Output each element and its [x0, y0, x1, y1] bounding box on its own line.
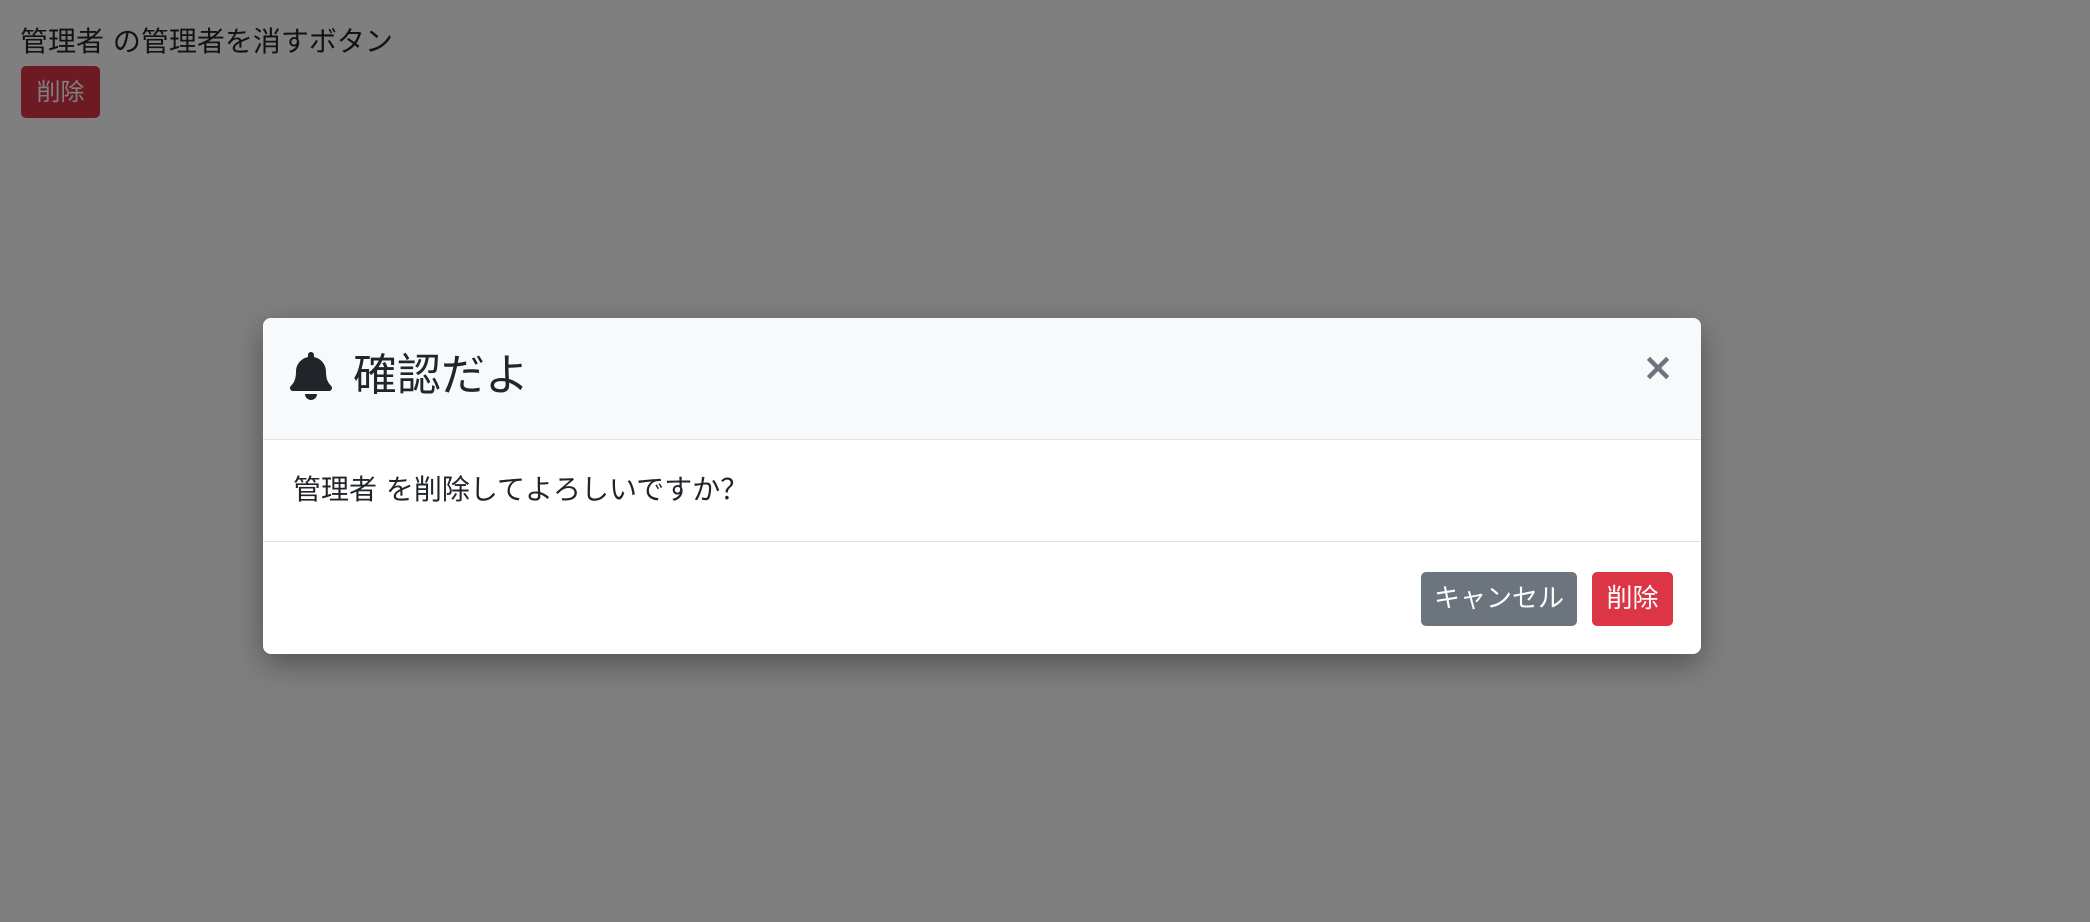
cancel-button[interactable]: キャンセル: [1421, 572, 1577, 626]
modal-footer: キャンセル 削除: [263, 542, 1701, 654]
modal-body: 管理者 を削除してよろしいですか？: [263, 440, 1701, 542]
close-icon[interactable]: ×: [1637, 346, 1679, 388]
confirm-modal: 確認だよ × 管理者 を削除してよろしいですか？ キャンセル 削除: [263, 318, 1701, 654]
page: 管理者 の管理者を消すボタン 削除 確認だよ × 管理者 を削除してよろしいです…: [0, 0, 2090, 922]
confirm-delete-button[interactable]: 削除: [1592, 572, 1673, 626]
modal-title: 確認だよ: [353, 350, 529, 401]
modal-header: 確認だよ ×: [263, 318, 1701, 440]
bell-icon: [290, 352, 332, 400]
modal-message: 管理者 を削除してよろしいですか？: [293, 473, 749, 506]
